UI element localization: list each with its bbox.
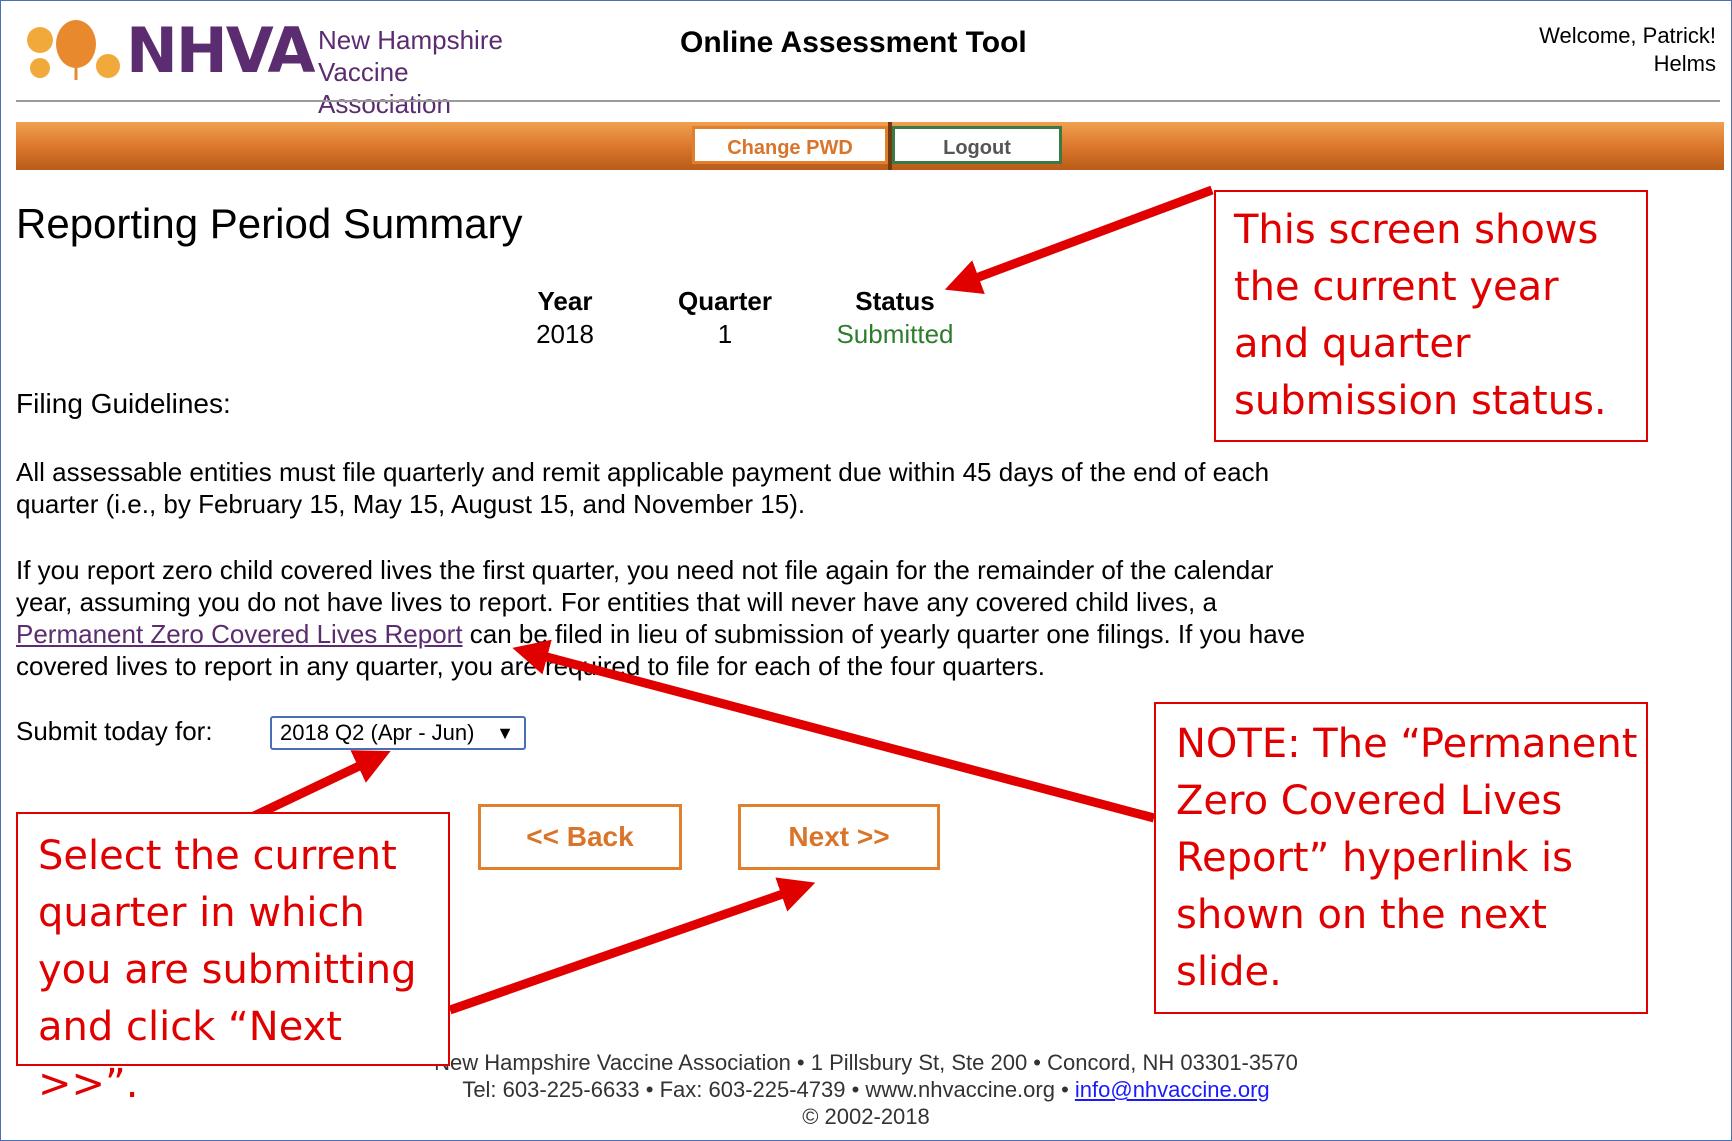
callout-line: and quarter <box>1234 321 1471 367</box>
callout-line: This screen shows <box>1234 207 1599 253</box>
summary-year-column: Year 2018 <box>520 286 610 350</box>
callout-line: submission status. <box>1234 378 1607 424</box>
callout-line: Select the current <box>38 833 397 879</box>
callout-line: Report” hyperlink is <box>1176 835 1573 881</box>
next-button[interactable]: Next >> <box>738 804 940 870</box>
quarter-select-value: 2018 Q2 (Apr - Jun) <box>280 720 475 745</box>
para2-line4: covered lives to report in any quarter, … <box>16 651 1046 681</box>
callout-line: Zero Covered Lives <box>1176 778 1563 824</box>
welcome-line2: Helms <box>1653 51 1716 76</box>
para2-line2: year, assuming you do not have lives to … <box>16 587 1217 617</box>
logo-subtitle-line1: New Hampshire <box>318 25 503 55</box>
quarter-header: Quarter <box>678 286 772 316</box>
callout-select-note: Select the current quarter in which you … <box>16 812 450 1107</box>
welcome-message: Welcome, Patrick! Helms <box>1456 22 1716 78</box>
page-title: Reporting Period Summary <box>16 200 523 247</box>
callout-line: slide. <box>1176 949 1282 995</box>
footer-contact-text: Tel: 603-225-6633 • Fax: 603-225-4739 • … <box>462 1077 1075 1102</box>
callout-status-note: This screen shows the current year and q… <box>1214 190 1648 442</box>
app-title: Online Assessment Tool <box>680 26 1027 59</box>
header-divider <box>16 100 1720 102</box>
nhva-logo: NHVA New Hampshire Vaccine Association <box>26 14 546 119</box>
callout-line: quarter in which <box>38 890 365 936</box>
logo-subtitle-line2: Vaccine Association <box>318 57 451 119</box>
callout-line: you are submitting <box>38 947 417 993</box>
submit-for-label: Submit today for: <box>16 716 213 746</box>
callout-line: shown on the next <box>1176 892 1547 938</box>
para1-line2: quarter (i.e., by February 15, May 15, A… <box>16 489 806 519</box>
year-value: 2018 <box>536 319 594 349</box>
period-summary: Year 2018 Quarter 1 Status Submitted <box>520 286 960 356</box>
back-button[interactable]: << Back <box>478 804 682 870</box>
footer-email-link[interactable]: info@nhvaccine.org <box>1075 1077 1270 1102</box>
quarter-select[interactable]: 2018 Q2 (Apr - Jun) ▼ <box>270 716 526 750</box>
callout-line: NOTE: The “Permanent <box>1176 721 1638 767</box>
guidelines-paragraph-2: If you report zero child covered lives t… <box>16 554 1456 682</box>
para2-line1: If you report zero child covered lives t… <box>16 555 1274 585</box>
callout-line: and click “Next >>”. <box>38 1004 342 1107</box>
filing-guidelines-heading: Filing Guidelines: <box>16 388 231 419</box>
para1-line1: All assessable entities must file quarte… <box>16 457 1270 487</box>
status-header: Status <box>855 286 935 316</box>
summary-status-column: Status Submitted <box>805 286 985 350</box>
para2-line3: Permanent Zero Covered Lives Report can … <box>16 618 1456 650</box>
guidelines-paragraph-1: All assessable entities must file quarte… <box>16 456 1456 520</box>
permanent-zero-covered-lives-link[interactable]: Permanent Zero Covered Lives Report <box>16 619 463 649</box>
callout-link-note: NOTE: The “Permanent Zero Covered Lives … <box>1154 702 1648 1014</box>
year-header: Year <box>537 286 593 316</box>
nav-bar: Change PWD Logout <box>16 122 1724 170</box>
logo-wordmark: NHVA <box>126 14 316 87</box>
logout-button[interactable]: Logout <box>892 126 1062 164</box>
summary-quarter-column: Quarter 1 <box>650 286 800 350</box>
callout-line: the current year <box>1234 264 1559 310</box>
balloon-logo-icon <box>27 20 120 80</box>
logo-subtitle: New Hampshire Vaccine Association <box>318 24 546 120</box>
para2-line3-text: can be filed in lieu of submission of ye… <box>462 619 1306 649</box>
change-password-button[interactable]: Change PWD <box>692 126 888 164</box>
quarter-value: 1 <box>717 319 733 349</box>
status-value: Submitted <box>836 319 954 349</box>
welcome-line1: Welcome, Patrick! <box>1539 23 1716 48</box>
dropdown-arrow-icon: ▼ <box>496 723 514 743</box>
